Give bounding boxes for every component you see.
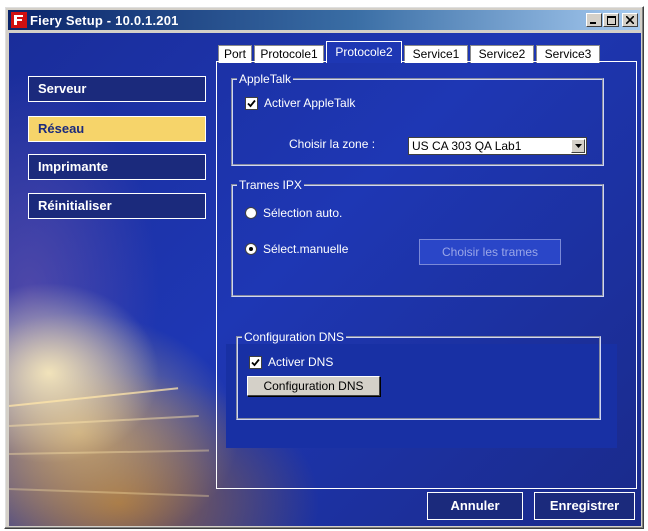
check-icon bbox=[251, 358, 260, 366]
check-icon bbox=[247, 99, 256, 107]
appletalk-enable-label: Activer AppleTalk bbox=[264, 96, 356, 110]
dns-group: Configuration DNS bbox=[236, 330, 601, 420]
appletalk-enable-checkbox[interactable]: Activer AppleTalk bbox=[245, 96, 355, 110]
ipx-auto-label: Sélection auto. bbox=[263, 206, 343, 220]
ipx-group: Trames IPX bbox=[231, 178, 604, 297]
sidebar-item-imprimante[interactable]: Imprimante bbox=[28, 154, 206, 180]
checkbox-box[interactable] bbox=[245, 96, 258, 110]
maximize-icon bbox=[606, 15, 616, 25]
sidebar-item-reseau[interactable]: Réseau bbox=[28, 116, 206, 142]
decor-streak bbox=[9, 449, 209, 455]
decor-streak bbox=[9, 415, 199, 427]
fiery-app-icon bbox=[11, 12, 27, 28]
decor-streak bbox=[9, 387, 179, 407]
minimize-icon bbox=[590, 21, 596, 24]
client-area: Serveur Réseau Imprimante Réinitialiser … bbox=[9, 33, 641, 526]
close-icon bbox=[626, 16, 634, 24]
zone-select[interactable]: US CA 303 QA Lab1 bbox=[408, 137, 587, 155]
save-button[interactable]: Enregistrer bbox=[534, 492, 635, 520]
dropdown-button[interactable] bbox=[571, 139, 585, 153]
maximize-button[interactable] bbox=[603, 13, 619, 27]
radio-button[interactable] bbox=[245, 207, 257, 219]
sidebar-item-reinitialiser[interactable]: Réinitialiser bbox=[28, 193, 206, 219]
sidebar-item-serveur[interactable]: Serveur bbox=[28, 76, 206, 102]
tab-protocole2[interactable]: Protocole2 bbox=[326, 41, 402, 63]
zone-label: Choisir la zone : bbox=[289, 137, 376, 151]
zone-select-value: US CA 303 QA Lab1 bbox=[412, 139, 522, 153]
decor-streak bbox=[9, 488, 209, 497]
dns-legend: Configuration DNS bbox=[244, 330, 345, 344]
ipx-manual-label: Sélect.manuelle bbox=[263, 242, 349, 256]
appletalk-legend: AppleTalk bbox=[239, 72, 292, 86]
dns-enable-label: Activer DNS bbox=[268, 355, 334, 369]
dns-config-button[interactable]: Configuration DNS bbox=[247, 376, 380, 396]
radio-button-selected[interactable] bbox=[245, 243, 257, 255]
dns-enable-checkbox[interactable]: Activer DNS bbox=[249, 355, 333, 369]
cancel-button[interactable]: Annuler bbox=[427, 492, 523, 520]
setup-window: Fiery Setup - 10.0.1.201 Serveur Réseau … bbox=[4, 6, 644, 529]
title-bar[interactable]: Fiery Setup - 10.0.1.201 bbox=[8, 10, 640, 30]
window-title: Fiery Setup - 10.0.1.201 bbox=[30, 12, 179, 28]
ipx-auto-radio[interactable]: Sélection auto. bbox=[245, 206, 342, 220]
choose-frames-button[interactable]: Choisir les trames bbox=[419, 239, 561, 265]
close-button[interactable] bbox=[622, 13, 638, 27]
ipx-legend: Trames IPX bbox=[239, 178, 302, 192]
ipx-manual-radio[interactable]: Sélect.manuelle bbox=[245, 242, 348, 256]
checkbox-box[interactable] bbox=[249, 355, 262, 369]
minimize-button[interactable] bbox=[586, 13, 602, 27]
chevron-down-icon bbox=[574, 144, 582, 148]
